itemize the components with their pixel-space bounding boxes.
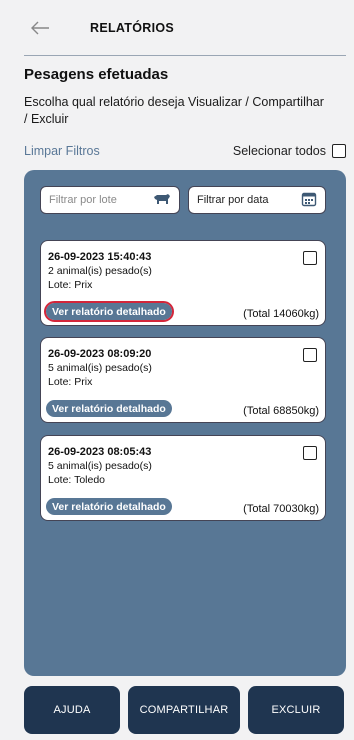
report-lote: Lote: Prix bbox=[48, 279, 93, 291]
share-button[interactable]: COMPARTILHAR bbox=[128, 686, 240, 734]
report-lote: Lote: Prix bbox=[48, 376, 93, 388]
report-animals: 5 animal(is) pesado(s) bbox=[48, 460, 152, 472]
section-title: Pesagens efetuadas bbox=[24, 66, 169, 83]
report-datetime: 26-09-2023 15:40:43 bbox=[48, 251, 152, 263]
clear-filters-link[interactable]: Limpar Filtros bbox=[24, 144, 100, 158]
report-total: (Total 14060kg) bbox=[243, 308, 319, 320]
section-subtitle: Escolha qual relatório deseja Visualizar… bbox=[24, 95, 324, 126]
report-lote: Lote: Toledo bbox=[48, 474, 106, 486]
app-header: RELATÓRIOS bbox=[24, 0, 346, 56]
report-checkbox[interactable] bbox=[303, 446, 317, 460]
arrow-left-icon[interactable] bbox=[30, 19, 52, 37]
reports-panel: Filtrar por lote Filtrar por data 26-09-… bbox=[24, 170, 346, 676]
action-bar: AJUDA COMPARTILHAR EXCLUIR bbox=[0, 686, 354, 736]
help-button[interactable]: AJUDA bbox=[24, 686, 120, 734]
report-checkbox[interactable] bbox=[303, 251, 317, 265]
page-title: RELATÓRIOS bbox=[90, 20, 175, 35]
report-card[interactable]: 26-09-2023 08:05:43 5 animal(is) pesado(… bbox=[40, 435, 326, 521]
report-animals: 2 animal(is) pesado(s) bbox=[48, 265, 152, 277]
select-all-checkbox[interactable] bbox=[332, 144, 346, 158]
calendar-icon bbox=[301, 191, 317, 210]
report-total: (Total 68850kg) bbox=[243, 405, 319, 417]
report-card[interactable]: 26-09-2023 15:40:43 2 animal(is) pesado(… bbox=[40, 240, 326, 326]
view-report-button[interactable]: Ver relatório detalhado bbox=[44, 301, 174, 322]
date-filter-placeholder: Filtrar por data bbox=[197, 194, 269, 206]
report-datetime: 26-09-2023 08:09:20 bbox=[48, 348, 152, 360]
select-all-toggle[interactable]: Selecionar todos bbox=[233, 144, 346, 158]
report-datetime: 26-09-2023 08:05:43 bbox=[48, 446, 152, 458]
report-animals: 5 animal(is) pesado(s) bbox=[48, 362, 152, 374]
report-total: (Total 70030kg) bbox=[243, 503, 319, 515]
report-card[interactable]: 26-09-2023 08:09:20 5 animal(is) pesado(… bbox=[40, 337, 326, 423]
select-all-label: Selecionar todos bbox=[232, 144, 326, 158]
lote-filter-input[interactable]: Filtrar por lote bbox=[40, 186, 180, 214]
lote-filter-placeholder: Filtrar por lote bbox=[49, 194, 117, 206]
view-report-button[interactable]: Ver relatório detalhado bbox=[46, 498, 172, 515]
report-checkbox[interactable] bbox=[303, 348, 317, 362]
delete-button[interactable]: EXCLUIR bbox=[248, 686, 344, 734]
date-filter-input[interactable]: Filtrar por data bbox=[188, 186, 326, 214]
cow-icon bbox=[153, 193, 171, 208]
view-report-button[interactable]: Ver relatório detalhado bbox=[46, 400, 172, 417]
filter-row: Limpar Filtros Selecionar todos bbox=[24, 142, 346, 160]
